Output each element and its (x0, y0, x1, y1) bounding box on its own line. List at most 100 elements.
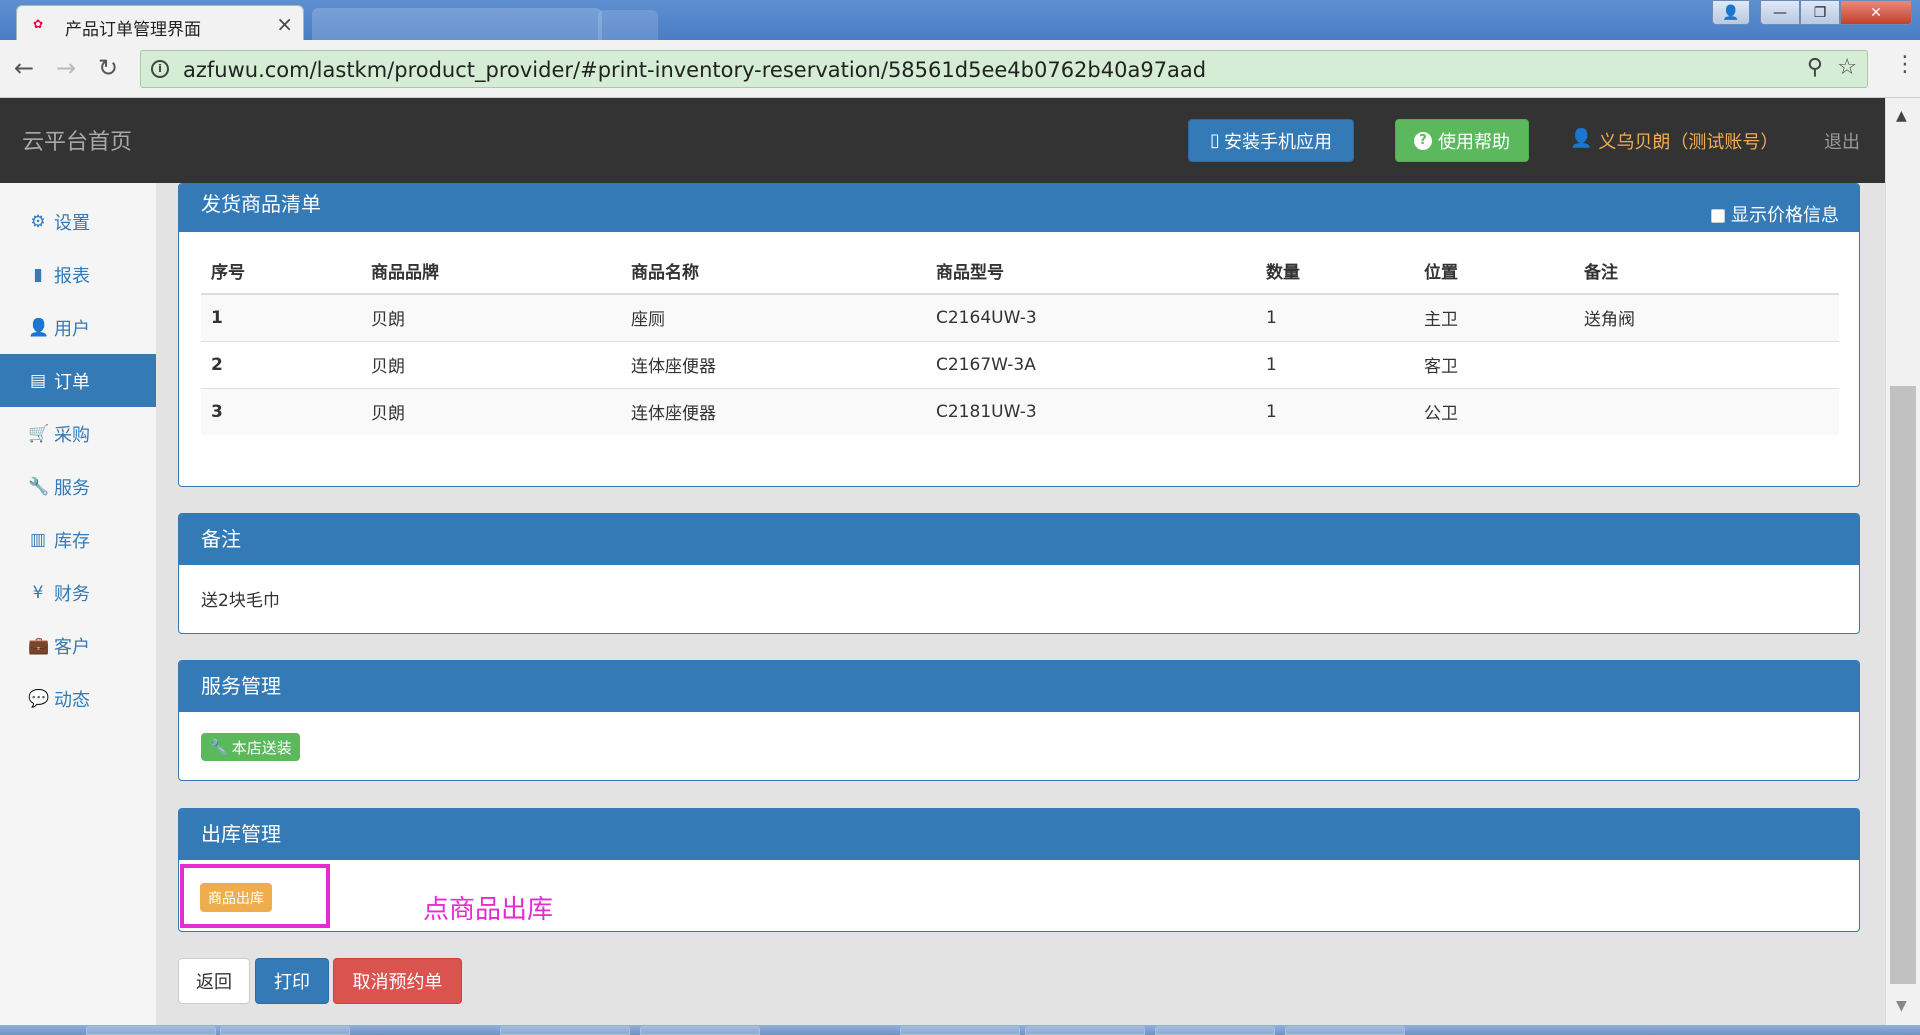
sidebar-item-label: 订单 (54, 371, 90, 393)
barcode-icon: ▥ (29, 529, 47, 550)
taskbar-item[interactable] (220, 1026, 350, 1035)
browser-menu-icon[interactable]: ⋮ (1894, 52, 1916, 77)
table-cell: 1 (1256, 340, 1414, 388)
table-cell: 公卫 (1414, 387, 1574, 435)
store-install-label: 本店送装 (231, 738, 292, 757)
user-icon: 👤 (28, 317, 50, 338)
taskbar-item[interactable] (640, 1026, 760, 1035)
table-row: 3 贝朗 连体座便器 C2181UW-3 1 公卫 (201, 387, 1839, 435)
close-window-button[interactable]: ✕ (1840, 0, 1912, 25)
new-tab-button[interactable] (598, 10, 658, 40)
table-cell: 贝朗 (361, 340, 621, 388)
sidebar-item-settings[interactable]: ⚙ 设置 (0, 195, 156, 248)
column-header: 商品品牌 (361, 247, 621, 295)
cancel-reservation-button[interactable]: 取消预约单 (333, 958, 462, 1004)
brand-home-link[interactable]: 云平台首页 (22, 124, 132, 156)
browser-tab-inactive[interactable] (312, 8, 602, 40)
scrollbar-thumb[interactable] (1890, 386, 1916, 984)
notes-text: 送2块毛巾 (201, 591, 280, 611)
bar-chart-icon: ▮ (33, 264, 43, 285)
show-price-checkbox[interactable] (1711, 209, 1725, 223)
browser-tab-strip: ✿ 产品订单管理界面 × 👤 — ❐ ✕ (0, 0, 1920, 40)
annotation-text: 点商品出库 (423, 895, 554, 925)
table-cell: 贝朗 (361, 293, 621, 341)
back-button[interactable]: 返回 (178, 958, 250, 1004)
panel-title: 服务管理 (179, 661, 1859, 712)
briefcase-icon: 💼 (28, 635, 50, 656)
taskbar-item[interactable] (1155, 1026, 1275, 1035)
zoom-icon[interactable]: ⚲ (1807, 55, 1823, 80)
sidebar-item-label: 库存 (54, 530, 90, 552)
table-cell: C2164UW-3 (926, 293, 1256, 341)
address-bar[interactable]: i azfuwu.com/lastkm/product_provider/#pr… (140, 50, 1868, 88)
sidebar-item-reports[interactable]: ▮ 报表 (0, 248, 156, 301)
sidebar-item-finance[interactable]: ¥ 财务 (0, 566, 156, 619)
sidebar: ⚙ 设置 ▮ 报表 👤 用户 ▤ 订单 🛒 采购 🔧 服务 ▥ 库存 ¥ 财务 … (0, 183, 156, 1025)
print-button[interactable]: 打印 (255, 958, 329, 1004)
comment-icon: 💬 (28, 688, 50, 709)
table-cell: 贝朗 (361, 387, 621, 435)
cart-icon: 🛒 (28, 423, 50, 444)
sidebar-item-label: 动态 (54, 689, 90, 711)
table-cell: 1 (1256, 387, 1414, 435)
sidebar-item-users[interactable]: 👤 用户 (0, 301, 156, 354)
table-cell (1574, 387, 1839, 435)
help-label: 使用帮助 (1438, 131, 1510, 153)
install-app-button[interactable]: ▯ 安装手机应用 (1188, 119, 1354, 162)
scroll-up-arrow-icon[interactable]: ▲ (1896, 108, 1907, 124)
taskbar-item[interactable] (1025, 1026, 1145, 1035)
profile-icon[interactable]: 👤 (1712, 0, 1750, 25)
bookmark-star-icon[interactable]: ☆ (1837, 55, 1857, 80)
table-cell: 2 (201, 340, 361, 388)
taskbar-item[interactable] (1285, 1026, 1405, 1035)
sidebar-item-label: 报表 (54, 265, 90, 287)
notes-panel: 备注 送2块毛巾 (178, 513, 1860, 634)
forward-arrow-icon[interactable]: → (56, 54, 76, 82)
page-scrollbar[interactable]: ▲ ▼ (1885, 98, 1920, 1025)
taskbar-item[interactable] (86, 1026, 216, 1035)
column-header: 备注 (1574, 247, 1839, 295)
sidebar-item-label: 用户 (54, 318, 90, 340)
reload-icon[interactable]: ↻ (98, 54, 118, 82)
show-price-toggle[interactable]: 显示价格信息 (1711, 196, 1839, 236)
scroll-down-arrow-icon[interactable]: ▼ (1896, 998, 1907, 1014)
table-cell: 连体座便器 (621, 387, 926, 435)
taskbar-item[interactable] (900, 1026, 1020, 1035)
back-arrow-icon[interactable]: ← (14, 54, 34, 82)
column-header: 位置 (1414, 247, 1574, 295)
tab-title: 产品订单管理界面 (65, 20, 201, 40)
wrench-icon: 🔧 (209, 738, 228, 756)
sidebar-item-service[interactable]: 🔧 服务 (0, 460, 156, 513)
table-row: 2 贝朗 连体座便器 C2167W-3A 1 客卫 (201, 340, 1839, 388)
sidebar-item-activity[interactable]: 💬 动态 (0, 672, 156, 725)
minimize-button[interactable]: — (1760, 0, 1800, 25)
sidebar-item-label: 客户 (54, 636, 90, 658)
site-info-icon[interactable]: i (151, 60, 169, 78)
browser-toolbar: ← → ↻ i azfuwu.com/lastkm/product_provid… (0, 40, 1920, 98)
shipment-list-panel: 发货商品清单 显示价格信息 序号 商品品牌 商品名称 商品型号 数量 位置 备注… (178, 183, 1860, 487)
taskbar-item[interactable] (500, 1026, 630, 1035)
table-cell: 1 (1256, 293, 1414, 341)
maximize-button[interactable]: ❐ (1800, 0, 1840, 25)
sidebar-item-customers[interactable]: 💼 客户 (0, 619, 156, 672)
sidebar-item-inventory[interactable]: ▥ 库存 (0, 513, 156, 566)
sidebar-item-purchasing[interactable]: 🛒 采购 (0, 407, 156, 460)
question-circle-icon: ? (1414, 131, 1432, 150)
table-cell: 主卫 (1414, 293, 1574, 341)
os-taskbar (0, 1025, 1920, 1035)
table-cell: 1 (201, 293, 361, 341)
table-cell: C2167W-3A (926, 340, 1256, 388)
column-header: 序号 (201, 247, 361, 295)
table-cell: 连体座便器 (621, 340, 926, 388)
user-menu[interactable]: 👤 义乌贝朗（测试账号） (1570, 128, 1778, 154)
help-button[interactable]: ? 使用帮助 (1395, 119, 1529, 162)
wrench-icon: 🔧 (28, 476, 50, 497)
browser-tab-active[interactable]: ✿ 产品订单管理界面 × (16, 5, 304, 40)
sidebar-item-label: 设置 (54, 212, 90, 234)
install-app-label: 安装手机应用 (1223, 131, 1332, 153)
table-cell: 客卫 (1414, 340, 1574, 388)
logout-link[interactable]: 退出 (1824, 128, 1860, 154)
favicon-icon: ✿ (33, 17, 44, 31)
tab-close-icon[interactable]: × (276, 12, 293, 36)
sidebar-item-orders[interactable]: ▤ 订单 (0, 354, 156, 407)
